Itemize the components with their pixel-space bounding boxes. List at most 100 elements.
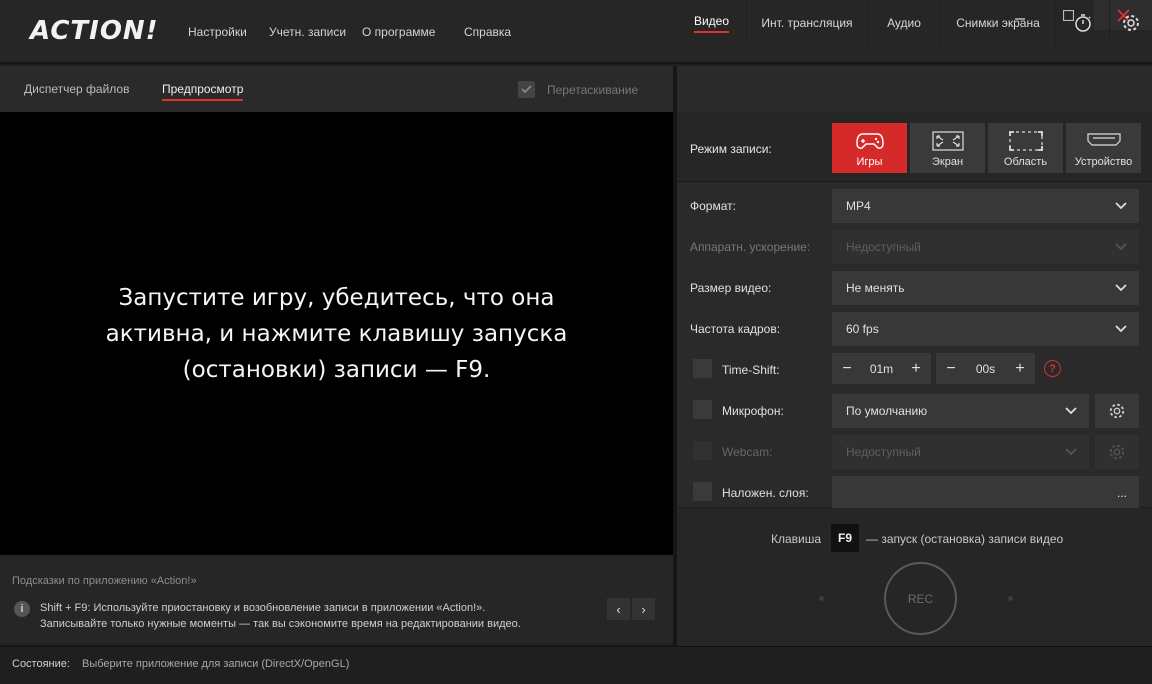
menu-about[interactable]: О программе [362,25,435,39]
chevron-right-icon: › [641,601,646,617]
timeshift-seconds-stepper: − 00s + [936,353,1035,384]
hw-accel-value: Недоступный [846,240,921,254]
mic-value: По умолчанию [846,404,928,418]
chevron-down-icon [1065,448,1077,456]
format-select[interactable]: MP4 [832,189,1139,223]
webcam-checkbox [693,441,712,460]
mode-area-label: Область [1003,156,1048,168]
tab-screenshots[interactable]: Снимки экрана [941,0,1056,46]
webcam-settings-button [1095,435,1139,469]
chevron-down-icon [1065,407,1077,415]
tab-settings[interactable] [1110,0,1152,46]
hotkey-description: — запуск (остановка) записи видео [866,532,1064,546]
indicator-dot-left [819,596,824,601]
hotkey-label: Клавиша [771,532,822,546]
timeshift-checkbox[interactable] [693,359,712,378]
prev-tip-button[interactable]: ‹ [607,598,630,620]
webcam-label: Webcam: [722,445,773,459]
overlay-checkbox[interactable] [693,482,712,501]
record-mode-label: Режим записи: [690,142,772,156]
next-tip-button[interactable]: › [632,598,655,620]
mic-settings-button[interactable] [1095,394,1139,428]
tab-stream-label: Инт. трансляция [761,16,853,30]
mode-area-button[interactable]: Область [988,123,1063,173]
menu-settings[interactable]: Настройки [188,25,247,39]
right-tab-bar [677,66,1152,112]
seconds-plus-button[interactable]: + [1011,360,1029,378]
tab-video-label: Видео [693,14,730,33]
minutes-minus-button[interactable]: − [838,360,856,378]
gear-icon [1109,444,1125,460]
drag-checkbox[interactable] [518,81,535,98]
format-label: Формат: [690,199,736,213]
indicator-dot-right [1008,596,1013,601]
format-value: MP4 [846,199,871,213]
tips-panel [0,555,673,644]
gamepad-icon [855,133,884,149]
drag-label: Перетаскивание [547,83,639,97]
chevron-down-icon [1115,202,1127,210]
app-logo: ACTION! [30,16,159,46]
minutes-value: 01m [869,361,894,376]
minutes-plus-button[interactable]: + [907,360,925,378]
tip-line-1: Shift + F9: Используйте приостановку и в… [40,602,486,614]
fps-label: Частота кадров: [690,322,781,336]
fullscreen-icon [931,131,964,151]
mode-device-button[interactable]: Устройство [1066,123,1141,173]
mic-select[interactable]: По умолчанию [832,394,1089,428]
webcam-select: Недоступный [832,435,1089,469]
chevron-down-icon [1115,325,1127,333]
tips-title: Подсказки по приложению «Action!» [12,575,197,587]
tab-audio-label: Аудио [887,16,921,30]
menu-accounts[interactable]: Учетн. записи [269,25,346,39]
fps-select[interactable]: 60 fps [832,312,1139,346]
hw-accel-select: Недоступный [832,230,1139,264]
video-size-label: Размер видео: [690,281,772,295]
stopwatch-icon [1074,14,1091,32]
mic-checkbox[interactable] [693,400,712,419]
check-icon [521,85,532,94]
video-size-select[interactable]: Не менять [832,271,1139,305]
menu-help[interactable]: Справка [464,25,511,39]
timeshift-minutes-stepper: − 01m + [832,353,931,384]
status-text: Выберите приложение для записи (DirectX/… [82,658,350,670]
mode-games-button[interactable]: Игры [832,123,907,173]
tab-preview[interactable]: Предпросмотр [162,82,244,101]
tip-line-2: Записывайте только нужные моменты — так … [40,618,521,630]
mic-label: Микрофон: [722,404,784,418]
seconds-value: 00s [975,361,996,376]
chevron-down-icon [1115,243,1127,251]
mode-device-label: Устройство [1074,156,1133,168]
hdmi-icon [1086,133,1121,146]
video-size-value: Не менять [846,281,905,295]
record-button[interactable]: REC [884,562,957,635]
chevron-left-icon: ‹ [616,601,621,617]
webcam-value: Недоступный [846,445,921,459]
hotkey-badge: F9 [831,524,859,552]
info-icon: i [14,601,30,617]
tab-audio[interactable]: Аудио [868,0,941,46]
fps-value: 60 fps [846,322,879,336]
gear-icon [1123,15,1139,31]
hw-accel-label: Аппаратн. ускорение: [690,240,811,254]
mode-screen-label: Экран [931,156,964,168]
tab-stream[interactable]: Инт. трансляция [747,0,868,46]
gear-icon [1109,403,1125,419]
preview-area: Запустите игру, убедитесь, что она актив… [0,112,673,555]
mode-games-label: Игры [856,156,883,168]
area-select-icon [1008,131,1043,151]
more-options-icon[interactable]: ... [1117,486,1127,500]
tab-file-manager[interactable]: Диспетчер файлов [24,82,129,96]
help-icon[interactable]: ? [1044,360,1061,377]
mode-screen-button[interactable]: Экран [910,123,985,173]
timeshift-label: Time-Shift: [722,363,780,377]
overlay-field[interactable]: ... [832,476,1139,510]
seconds-minus-button[interactable]: − [942,360,960,378]
overlay-label: Наложен. слоя: [722,486,809,500]
tab-timer[interactable] [1056,0,1110,46]
status-label: Состояние: [12,658,70,670]
preview-message: Запустите игру, убедитесь, что она актив… [105,284,568,383]
tab-screenshots-label: Снимки экрана [956,16,1040,30]
tab-video[interactable]: Видео [677,0,747,46]
chevron-down-icon [1115,284,1127,292]
